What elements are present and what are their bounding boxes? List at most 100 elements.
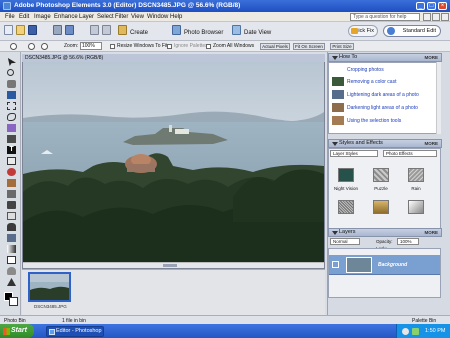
style-swatch[interactable] bbox=[408, 200, 424, 214]
how-to-item[interactable]: Using the selection tools bbox=[347, 118, 401, 124]
styles-more-button[interactable]: MORE bbox=[425, 140, 439, 147]
photo-thumbnail[interactable] bbox=[28, 272, 71, 302]
layer-visibility-icon[interactable] bbox=[332, 261, 339, 268]
night-vision-swatch[interactable] bbox=[338, 168, 354, 182]
blend-mode-select[interactable]: Normal bbox=[330, 238, 360, 245]
zoom-in-icon[interactable] bbox=[28, 43, 35, 50]
hand-tool-icon[interactable] bbox=[7, 80, 16, 88]
network-icon[interactable] bbox=[412, 328, 419, 335]
scroll-thumb[interactable] bbox=[163, 264, 177, 267]
photo-browser-button[interactable]: Photo Browser bbox=[184, 30, 223, 36]
maximize-icon[interactable]: □ bbox=[427, 2, 436, 10]
brush-icon[interactable] bbox=[7, 223, 16, 231]
step-forward-icon[interactable] bbox=[102, 25, 111, 35]
create-button[interactable]: Create bbox=[130, 30, 148, 36]
close-doc-icon[interactable] bbox=[441, 13, 449, 21]
zoom-select[interactable]: 100% bbox=[80, 42, 102, 50]
move-tool-icon[interactable] bbox=[7, 58, 16, 66]
canvas-horizontal-scrollbar[interactable] bbox=[23, 262, 324, 268]
style-swatch[interactable] bbox=[373, 200, 389, 214]
open-folder-icon[interactable] bbox=[16, 25, 25, 35]
rain-swatch[interactable] bbox=[408, 168, 424, 182]
blur-tool-icon[interactable] bbox=[7, 267, 16, 275]
fit-on-screen-button[interactable]: Fit On Screen bbox=[293, 42, 325, 50]
magic-wand-icon[interactable] bbox=[7, 124, 16, 132]
menu-enhance[interactable]: Enhance bbox=[54, 14, 78, 20]
menu-edit[interactable]: Edit bbox=[19, 14, 29, 20]
print-size-button[interactable]: Print Size bbox=[330, 42, 354, 50]
collapse-icon[interactable] bbox=[332, 56, 338, 60]
layers-header[interactable]: Layers MORE bbox=[328, 228, 442, 237]
resize-windows-checkbox[interactable] bbox=[110, 43, 115, 49]
clone-stamp-icon[interactable] bbox=[7, 190, 16, 198]
close-icon[interactable]: × bbox=[438, 2, 447, 10]
minimize-icon[interactable]: _ bbox=[416, 2, 425, 10]
minimize-doc-icon[interactable] bbox=[432, 13, 440, 21]
layer-name[interactable]: Background bbox=[378, 262, 407, 268]
eraser-icon[interactable] bbox=[7, 212, 16, 220]
pencil-icon[interactable] bbox=[7, 201, 16, 209]
step-backward-icon[interactable] bbox=[90, 25, 99, 35]
how-to-item[interactable]: Cropping photos bbox=[347, 67, 384, 73]
how-to-item[interactable]: Lightening dark areas of a photo bbox=[347, 92, 419, 98]
photo-bin-toggle[interactable]: Photo Bin bbox=[4, 318, 26, 324]
menu-filter[interactable]: Filter bbox=[115, 14, 128, 20]
eyedropper-icon[interactable] bbox=[7, 91, 16, 99]
menu-window[interactable]: Window bbox=[147, 14, 168, 20]
style-swatch[interactable] bbox=[338, 200, 354, 214]
lasso-tool-icon[interactable] bbox=[7, 113, 16, 121]
recipe-thumb-icon bbox=[332, 116, 344, 125]
ignore-palettes-checkbox[interactable] bbox=[167, 43, 172, 49]
how-to-more-button[interactable]: MORE bbox=[425, 54, 439, 61]
resize-windows-label: Resize Windows To Fit bbox=[117, 43, 168, 49]
actual-pixels-button[interactable]: Actual Pixels bbox=[260, 42, 290, 50]
crop-tool-icon[interactable] bbox=[7, 157, 16, 165]
speaker-icon[interactable] bbox=[402, 328, 409, 335]
opacity-input[interactable]: 100% bbox=[397, 238, 419, 245]
email-icon[interactable] bbox=[65, 25, 74, 35]
new-file-icon[interactable] bbox=[4, 25, 13, 35]
red-eye-icon[interactable] bbox=[7, 168, 16, 176]
collapse-icon[interactable] bbox=[332, 231, 338, 235]
menu-select[interactable]: Select bbox=[97, 14, 114, 20]
canvas-photo[interactable] bbox=[23, 62, 324, 268]
how-to-item[interactable]: Darkening light areas of a photo bbox=[347, 105, 418, 111]
shape-tool-icon[interactable] bbox=[7, 256, 16, 264]
search-help-icon[interactable] bbox=[423, 13, 431, 21]
style-library-select[interactable]: Photo Effects bbox=[383, 150, 437, 157]
menu-image[interactable]: Image bbox=[34, 14, 51, 20]
save-icon[interactable] bbox=[28, 25, 37, 35]
create-icon[interactable] bbox=[118, 25, 127, 35]
menu-view[interactable]: View bbox=[131, 14, 144, 20]
layers-more-button[interactable]: MORE bbox=[425, 229, 439, 236]
how-to-scrollbar[interactable] bbox=[436, 62, 441, 134]
zoom-all-checkbox[interactable] bbox=[206, 43, 211, 49]
style-category-select[interactable]: Layer Styles bbox=[330, 150, 378, 157]
puzzle-swatch[interactable] bbox=[373, 168, 389, 182]
toolbox: T bbox=[0, 52, 21, 315]
healing-brush-icon[interactable] bbox=[7, 179, 16, 187]
zoom-out-icon[interactable] bbox=[41, 43, 48, 50]
menu-help[interactable]: Help bbox=[170, 14, 182, 20]
type-tool-icon[interactable]: T bbox=[7, 146, 16, 154]
how-to-item[interactable]: Removing a color cast bbox=[347, 79, 396, 85]
date-view-icon[interactable] bbox=[232, 25, 241, 35]
print-icon[interactable] bbox=[53, 25, 62, 35]
menu-file[interactable]: File bbox=[5, 14, 15, 20]
sponge-tool-icon[interactable] bbox=[7, 278, 16, 286]
zoom-tool-icon-left[interactable] bbox=[7, 69, 14, 76]
how-to-header[interactable]: How To MORE bbox=[328, 53, 442, 62]
selection-brush-icon[interactable] bbox=[7, 135, 16, 143]
menu-layer[interactable]: Layer bbox=[79, 14, 94, 20]
help-search-input[interactable]: Type a question for help bbox=[350, 13, 420, 21]
collapse-icon[interactable] bbox=[332, 142, 338, 146]
palette-bin-toggle[interactable]: Palette Bin bbox=[412, 318, 436, 324]
marquee-tool-icon[interactable] bbox=[7, 102, 16, 110]
background-color-swatch[interactable] bbox=[9, 297, 18, 306]
date-view-button[interactable]: Date View bbox=[244, 30, 271, 36]
thumbnail-caption: DSCN3485.JPG bbox=[34, 304, 67, 309]
photo-browser-icon[interactable] bbox=[172, 25, 181, 35]
paint-bucket-icon[interactable] bbox=[7, 234, 16, 242]
styles-header[interactable]: Styles and Effects MORE bbox=[328, 139, 442, 148]
gradient-icon[interactable] bbox=[7, 245, 16, 253]
